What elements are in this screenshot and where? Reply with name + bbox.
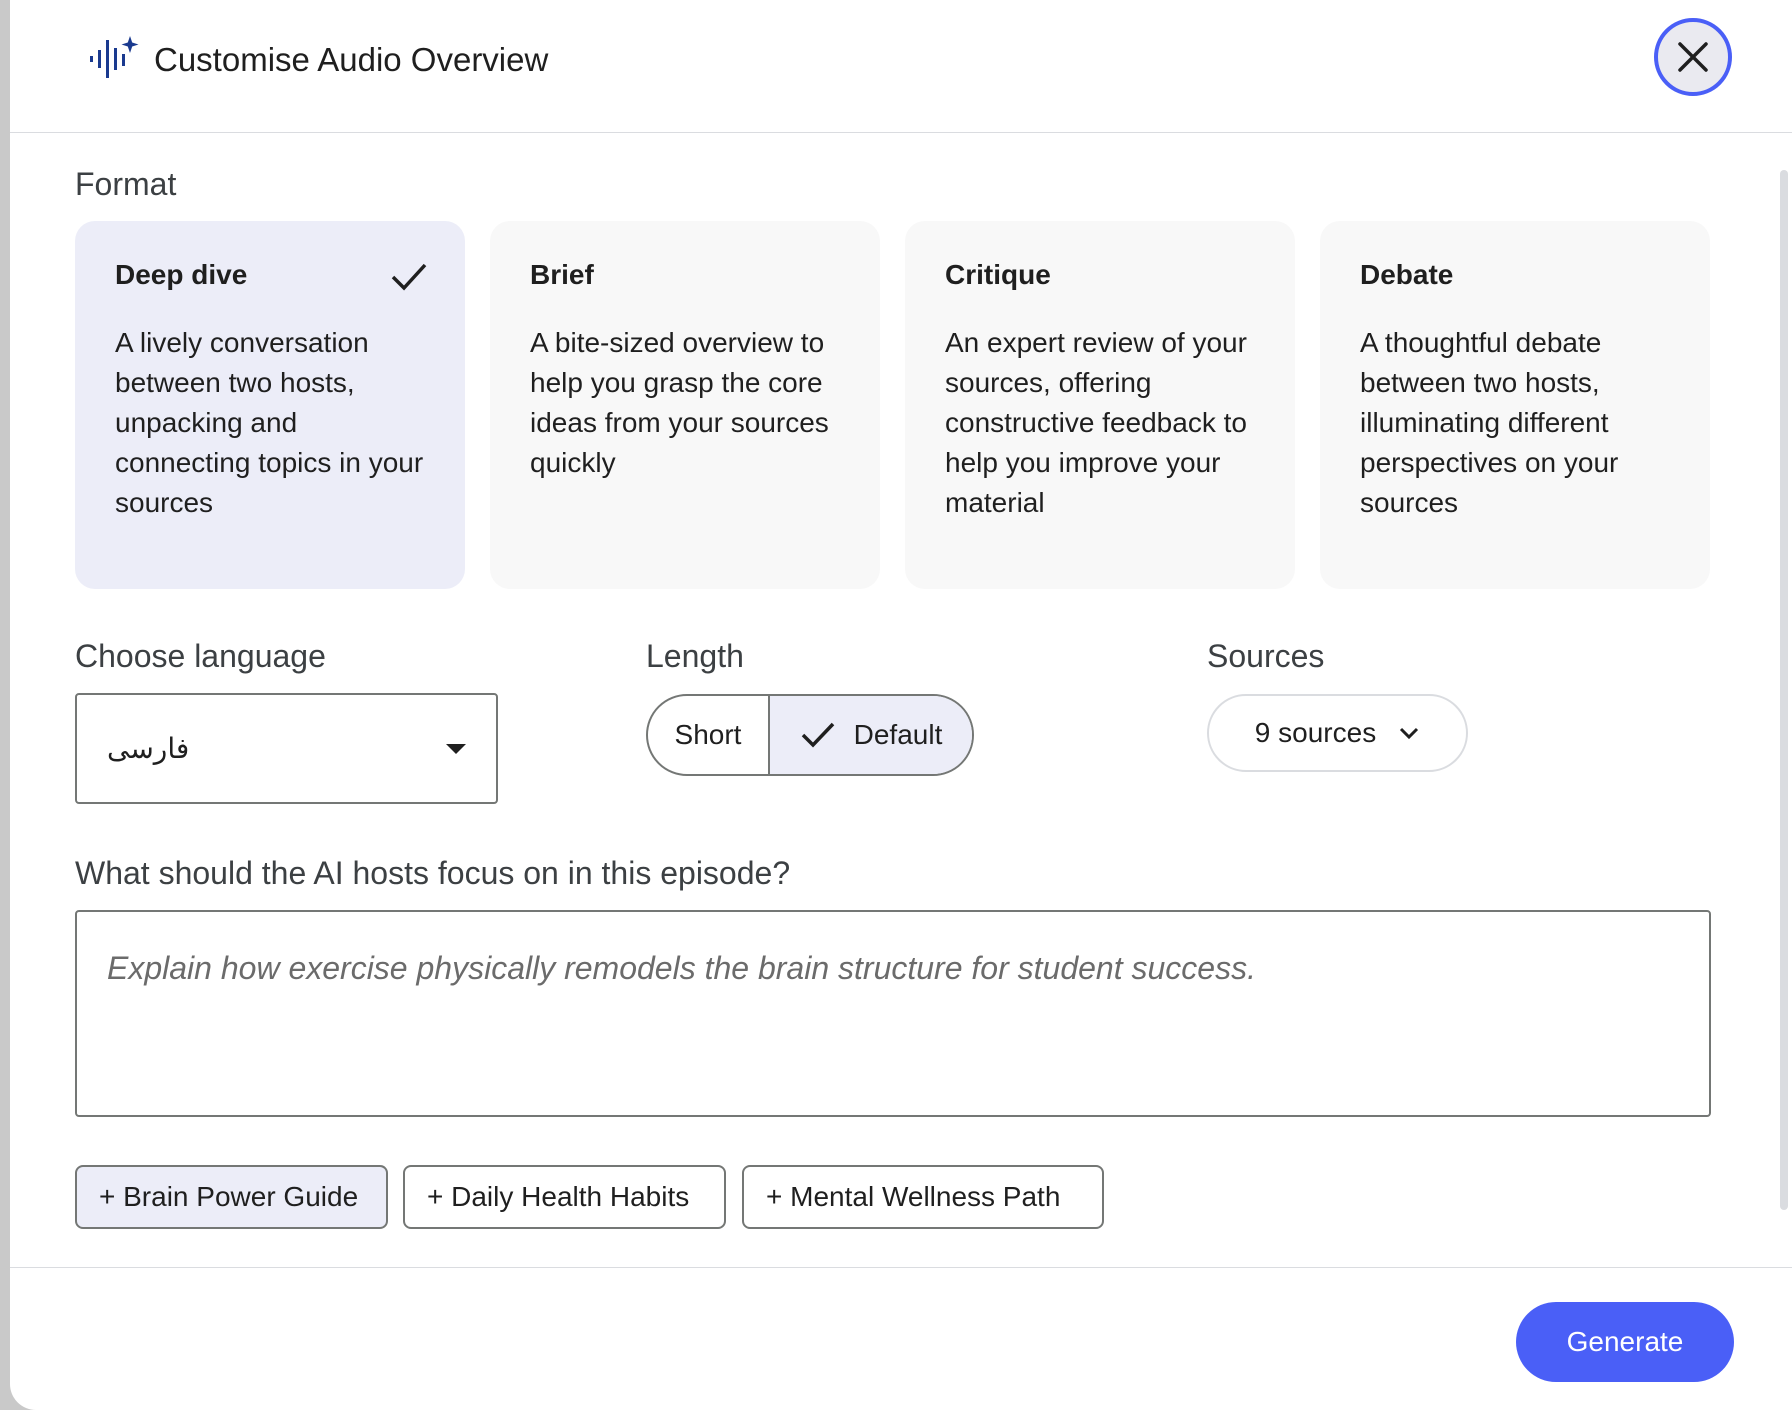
checkmark-icon [391,263,427,291]
format-card-description: An expert review of your sources, offeri… [945,327,1247,518]
scrollbar-thumb[interactable] [1780,170,1788,1210]
chevron-down-icon [1400,727,1419,740]
format-card-title: Critique [945,259,1051,290]
checkmark-icon [801,722,834,748]
language-select[interactable]: فارسی [75,693,498,804]
dialog-title: Customise Audio Overview [154,41,549,78]
chip-label: + Brain Power Guide [99,1181,359,1212]
chip-daily-health-habits[interactable]: + Daily Health Habits [403,1165,726,1229]
length-label: Length [646,638,744,674]
dialog-footer: Generate [10,1267,1792,1410]
chip-mental-wellness-path[interactable]: + Mental Wellness Path [742,1165,1104,1229]
format-card-brief[interactable]: Brief A bite-sized overview to help you … [490,221,880,589]
chip-label: + Daily Health Habits [427,1181,690,1212]
length-option-label: Short [674,719,742,750]
focus-textarea[interactable] [77,912,1709,1115]
chip-label: + Mental Wellness Path [766,1181,1061,1212]
format-card-title: Debate [1360,259,1454,290]
format-card-description: A bite-sized overview to help you grasp … [530,327,829,478]
length-option-label: Default [853,719,943,750]
format-card-description: A lively conversation between two hosts,… [115,327,424,518]
generate-button[interactable]: Generate [1516,1302,1734,1382]
dropdown-arrow-icon [446,744,466,754]
focus-label: What should the AI hosts focus on in thi… [75,855,791,891]
close-button[interactable] [1654,18,1732,96]
format-card-critique[interactable]: Critique An expert review of your source… [905,221,1295,589]
length-option-default[interactable]: Default [770,696,972,774]
chip-brain-power-guide[interactable]: + Brain Power Guide [75,1165,388,1229]
language-value: فارسی [107,732,190,765]
format-card-title: Deep dive [115,259,248,290]
format-card-debate[interactable]: Debate A thoughtful debate between two h… [1320,221,1710,589]
format-card-title: Brief [530,259,594,290]
length-option-short[interactable]: Short [648,696,770,774]
dialog-header: Customise Audio Overview [10,0,1792,133]
sources-value: 9 sources [1254,717,1377,748]
customise-audio-dialog: Customise Audio Overview Format Deep div… [10,0,1792,1410]
format-card-description: A thoughtful debate between two hosts, i… [1360,327,1619,518]
focus-textarea-container [75,910,1711,1117]
close-icon [1678,42,1708,72]
language-label: Choose language [75,638,326,674]
sources-dropdown-button[interactable]: 9 sources [1207,694,1468,772]
length-segmented-control: Short Default [646,694,974,776]
format-label: Format [75,166,177,202]
format-card-deep-dive[interactable]: Deep dive A lively conversation between … [75,221,465,589]
sources-label: Sources [1207,638,1325,674]
audio-waveform-sparkle-icon [90,36,139,78]
